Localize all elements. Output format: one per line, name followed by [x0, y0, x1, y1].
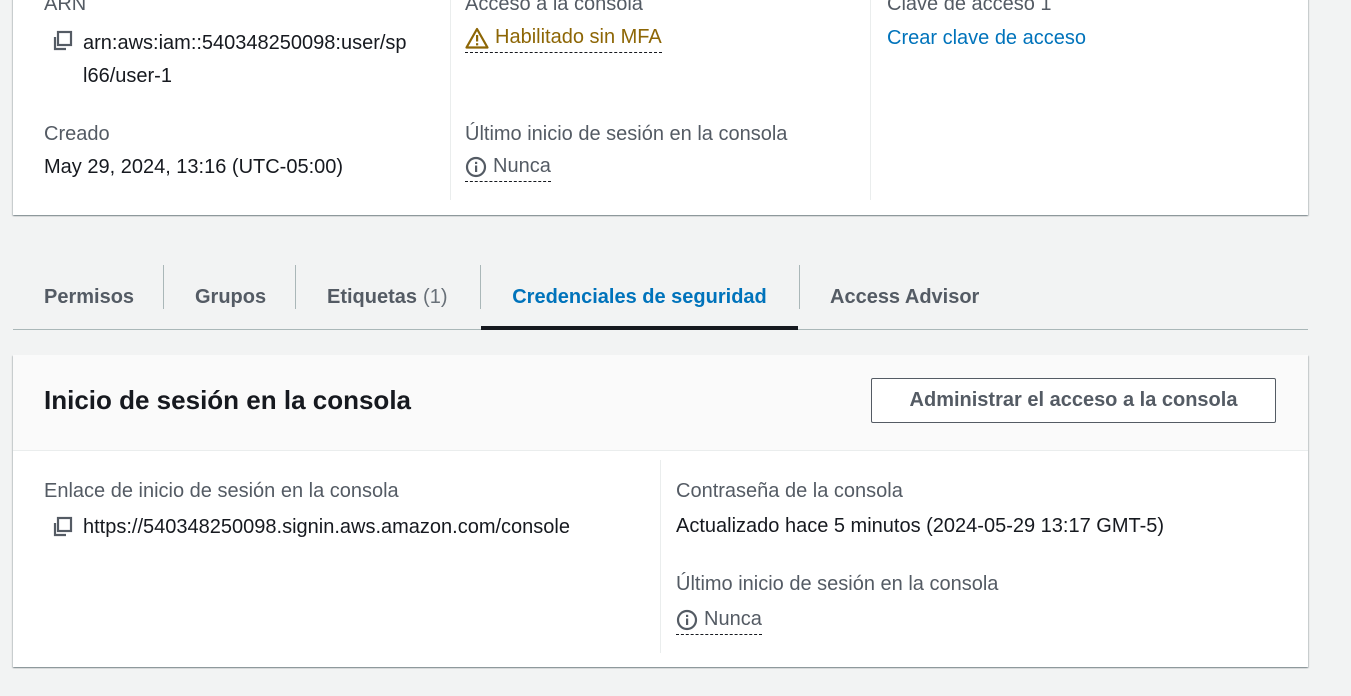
last-console-signin-status[interactable]: Nunca: [465, 155, 551, 182]
tab-count: (1): [423, 285, 448, 308]
password-label: Contraseña de la consola: [676, 480, 903, 502]
created-label: Creado: [44, 123, 110, 145]
console-signin-panel: Inicio de sesión en la consola Administr…: [13, 355, 1308, 667]
tab-access-advisor[interactable]: Access Advisor: [830, 265, 979, 329]
arn-value-line2: l66/user-1: [83, 65, 172, 87]
signin-link-value[interactable]: https://540348250098.signin.aws.amazon.c…: [83, 513, 570, 541]
last-signin-value: Nunca: [704, 608, 762, 630]
signin-link-row: https://540348250098.signin.aws.amazon.c…: [51, 513, 570, 541]
console-access-value: Habilitado sin MFA: [495, 26, 662, 48]
tab-tags[interactable]: Etiquetas (1): [327, 265, 447, 329]
panel-header: Inicio de sesión en la consola Administr…: [13, 355, 1308, 451]
last-console-signin-value: Nunca: [493, 155, 551, 177]
copy-icon[interactable]: [51, 30, 73, 52]
tab-separator: [295, 265, 296, 309]
arn-row: arn:aws:iam::540348250098:user/sp l66/us…: [51, 27, 407, 93]
manage-console-access-button[interactable]: Administrar el acceso a la consola: [871, 378, 1276, 423]
arn-label: ARN: [44, 0, 87, 15]
password-value: Actualizado hace 5 minutos (2024-05-29 1…: [676, 515, 1165, 537]
console-access-status[interactable]: Habilitado sin MFA: [465, 26, 662, 53]
user-summary-card: ARN arn:aws:iam::540348250098:user/sp l6…: [13, 0, 1308, 215]
created-value: May 29, 2024, 13:16 (UTC-05:00): [44, 156, 344, 178]
tab-label: Access Advisor: [830, 285, 980, 308]
column-divider: [660, 460, 661, 653]
access-key-label: Clave de acceso 1: [887, 0, 1052, 15]
copy-icon[interactable]: [51, 516, 73, 538]
info-icon: [465, 156, 487, 177]
tab-label: Credenciales de seguridad: [512, 285, 767, 308]
warning-icon: [465, 27, 489, 49]
panel-title: Inicio de sesión en la consola: [44, 385, 411, 415]
column-divider: [450, 0, 451, 200]
signin-link-label: Enlace de inicio de sesión en la consola: [44, 480, 399, 502]
arn-value-line1: arn:aws:iam::540348250098:user/sp: [83, 32, 407, 54]
tab-groups[interactable]: Grupos: [195, 265, 266, 329]
tab-label: Permisos: [44, 285, 135, 308]
tab-permissions[interactable]: Permisos: [44, 265, 134, 329]
last-console-signin-label: Último inicio de sesión en la consola: [465, 123, 788, 145]
column-divider: [870, 0, 871, 200]
last-signin-label: Último inicio de sesión en la consola: [676, 573, 999, 595]
tab-separator: [799, 265, 800, 309]
console-access-label: Acceso a la consola: [465, 0, 643, 15]
tab-separator: [163, 265, 164, 309]
last-signin-status[interactable]: Nunca: [676, 608, 762, 635]
tab-label: Etiquetas: [327, 285, 418, 308]
tab-security-credentials[interactable]: Credenciales de seguridad: [481, 265, 798, 330]
info-icon: [676, 609, 698, 630]
tab-label: Grupos: [195, 285, 267, 308]
create-access-key-link[interactable]: Crear clave de acceso: [887, 27, 1086, 50]
tab-bar: Permisos Grupos Etiquetas (1) Credencial…: [13, 255, 1308, 330]
